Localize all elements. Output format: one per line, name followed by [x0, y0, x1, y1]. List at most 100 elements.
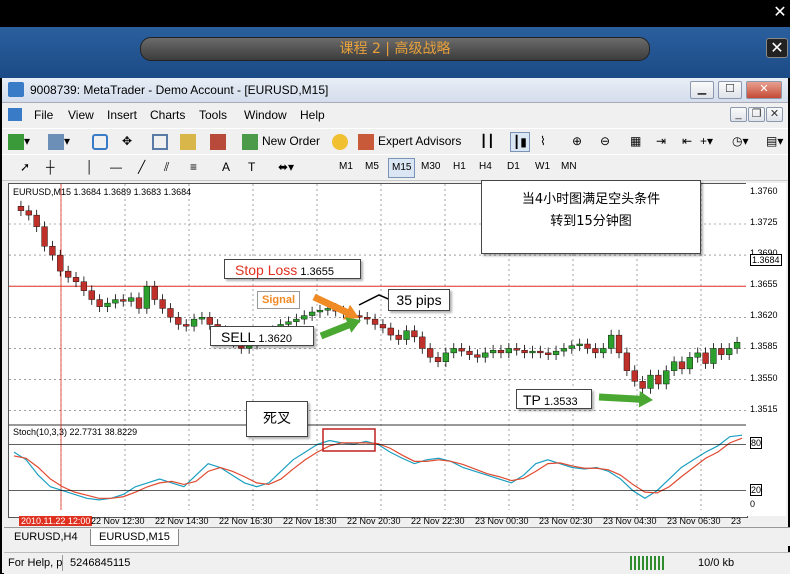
navigator-icon[interactable]: ✥: [122, 132, 132, 150]
candle-body: [403, 330, 410, 340]
chart-tabs: EURUSD,H4 EURUSD,M15: [4, 527, 790, 546]
metaeditor-icon[interactable]: [332, 132, 348, 150]
tile-windows-icon[interactable]: ▦: [630, 132, 641, 150]
menu-insert[interactable]: Insert: [107, 108, 137, 122]
close-window-button[interactable]: ✕: [746, 81, 782, 99]
maximize-button[interactable]: ☐: [718, 81, 742, 99]
candle-body: [702, 352, 709, 364]
price-tick-label: 1.3515: [750, 403, 778, 414]
terminal-icon[interactable]: [180, 132, 196, 150]
close-icon[interactable]: ✕: [770, 3, 790, 21]
new-order-label: New Order: [262, 134, 321, 148]
menu-tools[interactable]: Tools: [199, 108, 227, 122]
candle-body: [608, 334, 615, 349]
candle-body: [458, 348, 465, 352]
child-close-button[interactable]: ✕: [766, 107, 783, 122]
tf-h1[interactable]: H1: [450, 158, 469, 176]
candle-body: [545, 352, 552, 355]
new-chart-icon[interactable]: ▾: [8, 132, 30, 150]
tp-arrow: [598, 391, 653, 408]
candle-body: [560, 348, 568, 352]
sell-label: SELL 1.3620: [210, 326, 314, 346]
tp-value: 1.3533: [543, 396, 578, 408]
menu-window[interactable]: Window: [244, 108, 287, 122]
channel-icon[interactable]: ⫽: [164, 158, 169, 176]
connection-icon: [630, 556, 664, 570]
data-window-icon[interactable]: [152, 132, 168, 150]
periods-icon[interactable]: ◷▾: [732, 132, 749, 150]
candle-body: [434, 357, 442, 362]
tf-h4[interactable]: H4: [476, 158, 495, 176]
tf-m5[interactable]: M5: [362, 158, 382, 176]
stoch-signal-line: [13, 437, 743, 499]
chart-icon: [8, 108, 22, 121]
candle-body: [301, 315, 308, 320]
expert-advisors-button[interactable]: Expert Advisors: [358, 132, 461, 150]
child-restore-button[interactable]: ❐: [748, 107, 765, 122]
tp-label: TP 1.3533: [516, 389, 592, 409]
chart-shift-icon[interactable]: ⇥: [656, 132, 666, 150]
line-chart-icon[interactable]: ⌇: [540, 132, 546, 150]
text-icon[interactable]: A: [222, 158, 230, 176]
templates-icon[interactable]: ▤▾: [766, 132, 783, 150]
time-tick-label: 22 Nov 18:30: [283, 516, 337, 526]
expert-advisors-label: Expert Advisors: [378, 134, 462, 148]
status-help: For Help, p: [8, 557, 63, 569]
autoscroll-icon[interactable]: ⇤: [682, 132, 692, 150]
price-tick-label: 1.3684: [750, 254, 782, 267]
candle-body: [198, 317, 206, 320]
vertical-line-icon[interactable]: │: [86, 158, 94, 176]
tf-mn[interactable]: MN: [558, 158, 580, 176]
strategy-tester-icon[interactable]: [210, 132, 226, 150]
zoom-out-icon[interactable]: ⊖: [600, 132, 610, 150]
tf-d1[interactable]: D1: [504, 158, 523, 176]
symbol-line: EURUSD,M15 1.3684 1.3689 1.3683 1.3684: [13, 187, 192, 197]
candle-body: [505, 348, 512, 354]
profiles-icon[interactable]: ▾: [48, 132, 70, 150]
menu-charts[interactable]: Charts: [150, 108, 185, 122]
menu-help[interactable]: Help: [300, 108, 325, 122]
status-account: 5246845115: [70, 557, 131, 569]
zoom-in-icon[interactable]: ⊕: [572, 132, 582, 150]
price-tick-label: 1.3620: [750, 310, 778, 321]
menu-file[interactable]: File: [34, 108, 53, 122]
candle-body: [65, 270, 72, 278]
stop-loss-value: 1.3655: [300, 266, 334, 278]
trendline-icon[interactable]: ╱: [138, 158, 145, 176]
candle-body: [450, 348, 457, 354]
horizontal-line-icon[interactable]: —: [110, 158, 122, 176]
candlestick-icon[interactable]: ┃▮: [510, 132, 530, 152]
bar-chart-icon[interactable]: ┃┃: [480, 132, 494, 150]
crosshair-icon[interactable]: ┼: [46, 158, 55, 176]
market-watch-icon[interactable]: [92, 132, 108, 150]
text-label-icon[interactable]: T: [248, 158, 255, 176]
candle-body: [442, 352, 450, 362]
tf-w1[interactable]: W1: [532, 158, 553, 176]
candle-body: [80, 281, 88, 291]
stop-loss-label: Stop Loss 1.3655: [224, 259, 361, 279]
candle-body: [127, 297, 135, 302]
menu-view[interactable]: View: [68, 108, 94, 122]
stoch-level-label: 0: [750, 499, 756, 509]
candle-body: [190, 318, 198, 327]
note-line-1: 当4小时图满足空头条件: [521, 192, 661, 207]
stoch-main-line: [13, 434, 743, 501]
close-banner-button[interactable]: ✕: [766, 38, 788, 58]
candle-body: [72, 277, 80, 282]
fibonacci-icon[interactable]: ≡: [190, 158, 197, 176]
child-minimize-button[interactable]: _: [730, 107, 747, 122]
indicators-icon[interactable]: +▾: [700, 132, 713, 150]
minimize-button[interactable]: ▁: [690, 81, 714, 99]
tf-m15[interactable]: M15: [388, 158, 416, 178]
tab-eurusd-m15[interactable]: EURUSD,M15: [90, 529, 179, 546]
arrows-icon[interactable]: ⬌▾: [278, 158, 294, 176]
candle-body: [513, 348, 520, 351]
new-order-button[interactable]: New Order: [242, 132, 320, 150]
tf-m30[interactable]: M30: [418, 158, 443, 176]
candle-body: [576, 343, 583, 346]
tf-m1[interactable]: M1: [336, 158, 356, 176]
candle-body: [387, 327, 394, 336]
candle-body: [159, 299, 166, 309]
tab-eurusd-h4[interactable]: EURUSD,H4: [6, 529, 86, 545]
cursor-icon[interactable]: ➚: [20, 158, 30, 176]
